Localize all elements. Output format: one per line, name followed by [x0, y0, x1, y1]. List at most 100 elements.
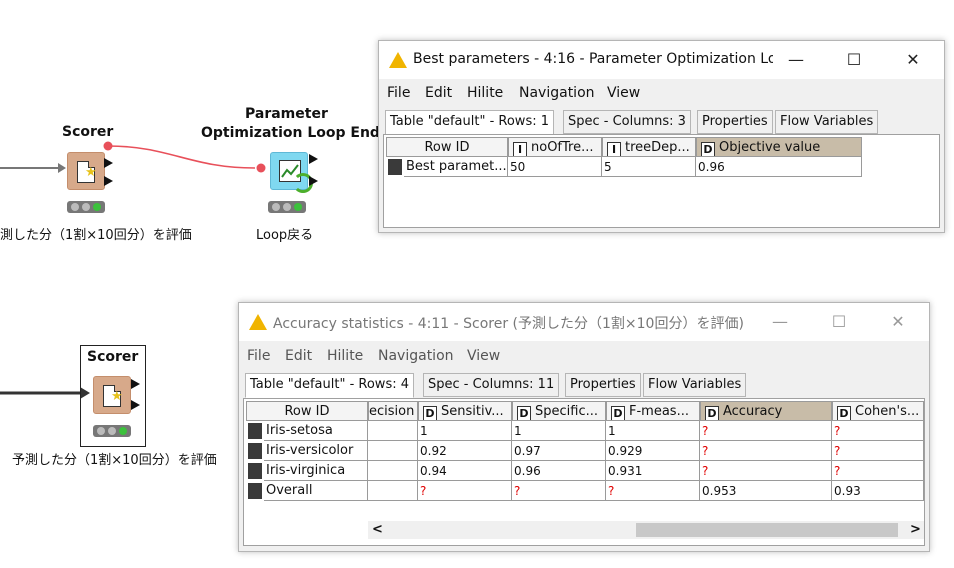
window-title: Accuracy statistics - 4:11 - Scorer (予測し… — [273, 316, 744, 332]
loop-end-node-icon[interactable] — [270, 152, 313, 193]
table-cell[interactable]: 50 — [508, 157, 602, 177]
scorer-outport-1[interactable] — [104, 158, 113, 168]
loop-end-outport-2[interactable] — [309, 176, 318, 186]
tab-properties[interactable]: Properties — [697, 110, 773, 134]
loop-end-outport-1[interactable] — [309, 154, 318, 164]
table-cell[interactable]: Overall — [264, 481, 368, 501]
menu-view[interactable]: View — [467, 348, 500, 364]
minimize-button[interactable]: — — [765, 309, 795, 335]
scroll-right-arrow-icon[interactable]: > — [910, 522, 921, 537]
table-cell[interactable]: Best paramet... — [404, 157, 508, 177]
table-cell[interactable]: 0.97 — [512, 441, 606, 461]
menu-edit[interactable]: Edit — [425, 85, 452, 101]
menu-view[interactable]: View — [607, 85, 640, 101]
table-cell[interactable]: 0.96 — [696, 157, 862, 177]
menu-file[interactable]: File — [247, 348, 270, 364]
scorer-node-icon[interactable]: ★ — [93, 376, 131, 414]
tab-flow-variables[interactable]: Flow Variables — [775, 110, 879, 134]
table-cell[interactable]: Iris-virginica — [264, 461, 368, 481]
table-cell[interactable]: 5 — [602, 157, 696, 177]
tab-table[interactable]: Table "default" - Rows: 4 — [245, 373, 414, 398]
scorer-node-icon[interactable]: ★ — [67, 152, 105, 190]
menu-edit[interactable]: Edit — [285, 348, 312, 364]
menu-navigation[interactable]: Navigation — [378, 348, 454, 364]
tab-flow-variables[interactable]: Flow Variables — [643, 373, 747, 397]
table-cell[interactable]: Iris-setosa — [264, 421, 368, 441]
close-button[interactable]: ✕ — [898, 47, 928, 73]
loop-end-node-label[interactable]: Loop戻る — [256, 224, 313, 243]
window-titlebar[interactable]: Accuracy statistics - 4:11 - Scorer (予測し… — [239, 303, 929, 341]
tab-table[interactable]: Table "default" - Rows: 1 — [385, 110, 554, 135]
menu-bar: File Edit Hilite Navigation View — [379, 81, 944, 105]
column-header-objective-value[interactable]: D Objective value — [696, 137, 862, 157]
data-table[interactable]: Row ID ecision D Sensitiv... D Specific...… — [243, 398, 925, 546]
column-header-noOfTrees[interactable]: InoOfTre... — [508, 137, 602, 157]
table-cell[interactable]: Iris-versicolor — [264, 441, 368, 461]
table-cell[interactable]: 0.953 — [700, 481, 832, 501]
missing-value-cell[interactable]: ? — [512, 481, 606, 501]
scorer-outport-1[interactable] — [131, 379, 140, 389]
table-cell[interactable]: 0.96 — [512, 461, 606, 481]
scorer-node-title: Scorer — [87, 349, 139, 365]
table-cell[interactable]: 0.94 — [418, 461, 512, 481]
row-marker — [248, 423, 262, 439]
loop-end-title-line1: Parameter — [245, 106, 328, 122]
window-titlebar[interactable]: Best parameters - 4:16 - Parameter Optim… — [379, 41, 944, 79]
column-header-cohens-kappa[interactable]: D Cohen's... — [832, 401, 924, 421]
table-cell[interactable]: 1 — [418, 421, 512, 441]
column-header-f-measure[interactable]: D F-meas... — [606, 401, 700, 421]
table-cell[interactable]: 1 — [512, 421, 606, 441]
window-title: Best parameters - 4:16 - Parameter Optim… — [413, 51, 773, 67]
menu-hilite[interactable]: Hilite — [327, 348, 363, 364]
missing-value-cell[interactable]: ? — [606, 481, 700, 501]
menu-file[interactable]: File — [387, 85, 410, 101]
column-header-sensitivity[interactable]: D Sensitiv... — [418, 401, 512, 421]
scorer-outport-2[interactable] — [131, 400, 140, 410]
column-header-accuracy[interactable]: D Accuracy — [700, 401, 832, 421]
node-status-indicator — [268, 201, 306, 213]
scroll-left-arrow-icon[interactable]: < — [372, 522, 383, 537]
maximize-button[interactable]: ☐ — [839, 47, 869, 73]
horizontal-scrollbar[interactable]: < > — [368, 521, 924, 539]
row-marker — [248, 483, 262, 499]
table-cell[interactable]: 0.92 — [418, 441, 512, 461]
scorer-node-label[interactable]: 予測した分（1割×10回分）を評価 — [12, 449, 217, 468]
column-header-rowid[interactable]: Row ID — [246, 401, 368, 421]
minimize-button[interactable]: — — [781, 47, 811, 73]
scrollbar-thumb[interactable] — [636, 523, 898, 537]
missing-value-cell[interactable]: ? — [832, 421, 924, 441]
node-status-indicator — [67, 201, 105, 213]
menu-navigation[interactable]: Navigation — [519, 85, 595, 101]
missing-value-cell[interactable]: ? — [832, 441, 924, 461]
missing-value-cell[interactable]: ? — [832, 461, 924, 481]
table-cell[interactable]: 1 — [606, 421, 700, 441]
column-header-precision[interactable]: ecision — [368, 401, 418, 421]
tab-properties[interactable]: Properties — [565, 373, 641, 397]
table-cell[interactable]: 0.929 — [606, 441, 700, 461]
data-table[interactable]: Row ID InoOfTre... ItreeDep... D Objectiv… — [383, 134, 940, 228]
scorer-outport-2[interactable] — [104, 176, 113, 186]
table-cell[interactable]: 0.931 — [606, 461, 700, 481]
missing-value-cell[interactable]: ? — [418, 481, 512, 501]
column-header-treeDepth[interactable]: ItreeDep... — [602, 137, 696, 157]
missing-value-cell[interactable]: ? — [700, 441, 832, 461]
scorer-node-label[interactable]: 測した分（1割×10回分）を評価 — [0, 224, 192, 243]
tab-spec[interactable]: Spec - Columns: 11 — [423, 373, 560, 397]
missing-value-cell[interactable]: ? — [700, 421, 832, 441]
maximize-button[interactable]: ☐ — [824, 309, 854, 335]
tab-bar: Table "default" - Rows: 4 Spec - Columns… — [243, 373, 925, 398]
column-header-rowid[interactable]: Row ID — [386, 137, 508, 157]
menu-hilite[interactable]: Hilite — [467, 85, 503, 101]
column-header-specificity[interactable]: D Specific... — [512, 401, 606, 421]
missing-value-cell[interactable]: ? — [700, 461, 832, 481]
table-cell[interactable]: 0.93 — [832, 481, 924, 501]
tab-spec[interactable]: Spec - Columns: 3 — [563, 110, 691, 134]
table-cell[interactable] — [368, 461, 418, 481]
star-icon: ★ — [85, 165, 97, 180]
close-button[interactable]: ✕ — [883, 309, 913, 335]
table-cell[interactable] — [368, 421, 418, 441]
table-cell[interactable] — [368, 441, 418, 461]
row-marker — [248, 443, 262, 459]
table-cell[interactable] — [368, 481, 418, 501]
warning-icon — [389, 52, 407, 68]
